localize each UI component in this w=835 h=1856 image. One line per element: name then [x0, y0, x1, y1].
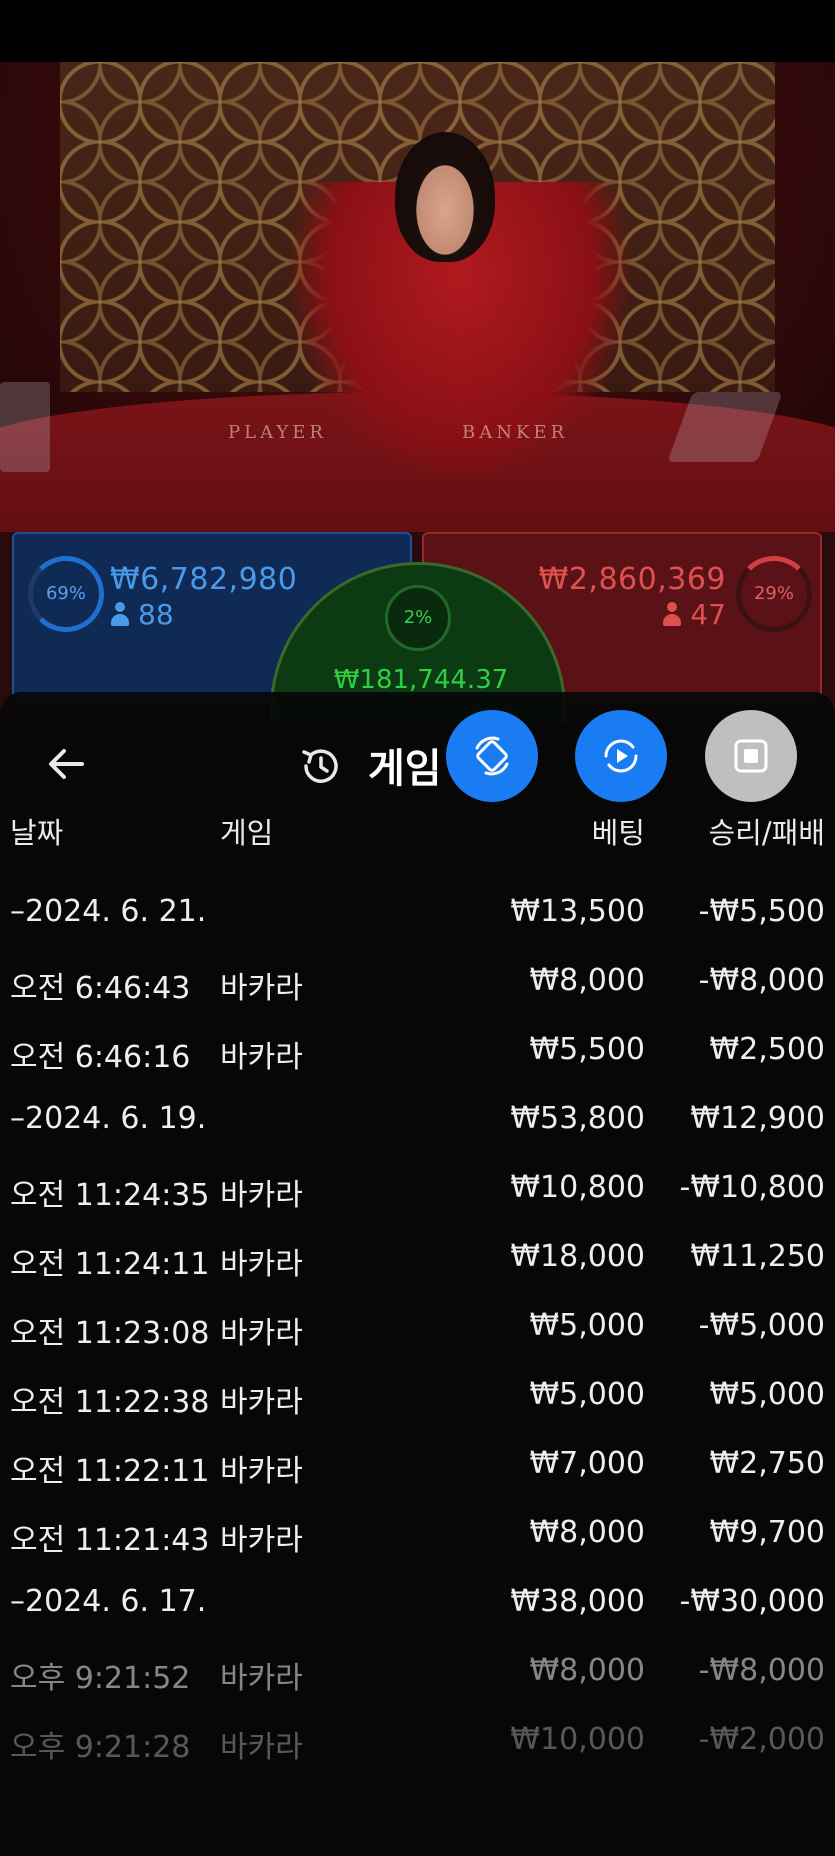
- row-time: 오전 11:23:08: [10, 1316, 210, 1351]
- row-result: ₩9,700: [709, 1515, 825, 1550]
- table-row[interactable]: 오전 11:24:35 바카라 ₩10,800 -₩10,800: [0, 1158, 835, 1227]
- player-percent: 69%: [45, 583, 86, 604]
- row-game: 바카라: [220, 1385, 303, 1420]
- row-bet: ₩8,000: [529, 1515, 645, 1550]
- row-bet: ₩5,000: [529, 1377, 645, 1412]
- page-title: 게임: [368, 746, 442, 792]
- date-group-row[interactable]: –2024. 6. 19. ₩53,800 ₩12,900: [0, 1089, 835, 1158]
- column-result: 승리/패배: [708, 816, 826, 850]
- row-time: 오전 11:22:38: [10, 1385, 210, 1420]
- player-count: 88: [110, 598, 174, 631]
- banker-percent-ring: 29%: [736, 556, 812, 632]
- table-row[interactable]: 오전 11:22:11 바카라 ₩7,000 ₩2,750: [0, 1434, 835, 1503]
- table-row[interactable]: 오전 11:24:11 바카라 ₩18,000 ₩11,250: [0, 1227, 835, 1296]
- date-group-row[interactable]: –2024. 6. 17. ₩38,000 -₩30,000: [0, 1572, 835, 1641]
- row-bet: ₩8,000: [529, 963, 645, 998]
- row-bet: ₩10,000: [510, 1722, 645, 1757]
- live-video: PLAYER BANKER: [0, 62, 835, 532]
- row-result: -₩8,000: [698, 1653, 825, 1688]
- table-row[interactable]: 오전 6:46:43 바카라 ₩8,000 -₩8,000: [0, 951, 835, 1020]
- replay-button[interactable]: [575, 710, 667, 802]
- row-time: 오전 6:46:43: [10, 971, 191, 1006]
- row-result: ₩2,750: [709, 1446, 825, 1481]
- row-bet: ₩13,500: [510, 894, 645, 929]
- banker-count: 47: [662, 598, 726, 631]
- row-time: 오전 11:21:43: [10, 1523, 210, 1558]
- rotate-screen-icon: [475, 736, 509, 776]
- card-stack: [0, 382, 50, 472]
- person-icon: [662, 602, 682, 626]
- row-result: -₩30,000: [679, 1584, 825, 1619]
- row-result: -₩10,800: [679, 1170, 825, 1205]
- row-bet: ₩8,000: [529, 1653, 645, 1688]
- row-time: 오후 9:21:28: [10, 1730, 191, 1765]
- row-date: –2024. 6. 21.: [10, 894, 207, 929]
- date-group-row[interactable]: –2024. 6. 21. ₩13,500 -₩5,500: [0, 882, 835, 951]
- row-result: -₩5,500: [698, 894, 825, 929]
- history-table-header: 날짜 게임 베팅 승리/패배: [0, 810, 835, 860]
- stop-icon: [734, 739, 768, 773]
- row-game: 바카라: [220, 1247, 303, 1282]
- row-result: ₩2,500: [709, 1032, 825, 1067]
- row-game: 바카라: [220, 1730, 303, 1765]
- tie-percent: 2%: [385, 585, 451, 651]
- banker-percent: 29%: [753, 583, 794, 604]
- row-bet: ₩5,500: [529, 1032, 645, 1067]
- banker-count-value: 47: [690, 598, 726, 631]
- game-history-panel: 게임 날짜 게임 베팅 승리/패배 –2024. 6. 21. ₩13,500 …: [0, 692, 835, 1856]
- history-table-body: –2024. 6. 21. ₩13,500 -₩5,500 오전 6:46:43…: [0, 882, 835, 1779]
- row-game: 바카라: [220, 1178, 303, 1213]
- row-result: ₩5,000: [709, 1377, 825, 1412]
- row-game: 바카라: [220, 1316, 303, 1351]
- row-game: 바카라: [220, 971, 303, 1006]
- row-result: -₩2,000: [698, 1722, 825, 1757]
- row-time: 오전 11:24:35: [10, 1178, 210, 1213]
- table-row[interactable]: 오전 11:23:08 바카라 ₩5,000 -₩5,000: [0, 1296, 835, 1365]
- banker-amount: ₩2,860,369: [538, 562, 726, 597]
- row-result: -₩5,000: [698, 1308, 825, 1343]
- row-bet: ₩53,800: [510, 1101, 645, 1136]
- row-date: –2024. 6. 17.: [10, 1584, 207, 1619]
- row-result: ₩12,900: [690, 1101, 825, 1136]
- row-bet: ₩38,000: [510, 1584, 645, 1619]
- row-game: 바카라: [220, 1454, 303, 1489]
- table-row[interactable]: 오후 9:21:52 바카라 ₩8,000 -₩8,000: [0, 1641, 835, 1710]
- felt-player-label: PLAYER: [228, 422, 327, 443]
- column-date: 날짜: [10, 816, 64, 850]
- person-icon: [110, 602, 130, 626]
- row-date: –2024. 6. 19.: [10, 1101, 207, 1136]
- back-button[interactable]: [44, 742, 88, 786]
- tie-amount: ₩181,744.37: [333, 665, 509, 695]
- column-bet: 베팅: [591, 816, 645, 850]
- table-row[interactable]: 오후 9:21:28 바카라 ₩10,000 -₩2,000: [0, 1710, 835, 1779]
- player-amount: ₩6,782,980: [110, 562, 298, 597]
- row-bet: ₩7,000: [529, 1446, 645, 1481]
- row-bet: ₩5,000: [529, 1308, 645, 1343]
- arrow-left-icon: [49, 749, 84, 779]
- row-bet: ₩10,800: [510, 1170, 645, 1205]
- rotate-button[interactable]: [446, 710, 538, 802]
- row-time: 오전 11:22:11: [10, 1454, 210, 1489]
- column-game: 게임: [220, 816, 274, 850]
- row-time: 오전 6:46:16: [10, 1040, 191, 1075]
- row-result: ₩11,250: [690, 1239, 825, 1274]
- table-row[interactable]: 오전 6:46:16 바카라 ₩5,500 ₩2,500: [0, 1020, 835, 1089]
- status-bar: [0, 0, 835, 62]
- row-game: 바카라: [220, 1523, 303, 1558]
- history-icon: [302, 749, 338, 783]
- row-time: 오전 11:24:11: [10, 1247, 210, 1282]
- row-bet: ₩18,000: [510, 1239, 645, 1274]
- player-count-value: 88: [138, 598, 174, 631]
- felt-banker-label: BANKER: [462, 422, 569, 443]
- dealer-head: [395, 132, 495, 262]
- stop-button[interactable]: [705, 710, 797, 802]
- row-game: 바카라: [220, 1040, 303, 1075]
- table-row[interactable]: 오전 11:21:43 바카라 ₩8,000 ₩9,700: [0, 1503, 835, 1572]
- row-result: -₩8,000: [698, 963, 825, 998]
- row-time: 오후 9:21:52: [10, 1661, 191, 1696]
- row-game: 바카라: [220, 1661, 303, 1696]
- player-percent-ring: 69%: [28, 556, 104, 632]
- replay-icon: [604, 739, 638, 773]
- table-row[interactable]: 오전 11:22:38 바카라 ₩5,000 ₩5,000: [0, 1365, 835, 1434]
